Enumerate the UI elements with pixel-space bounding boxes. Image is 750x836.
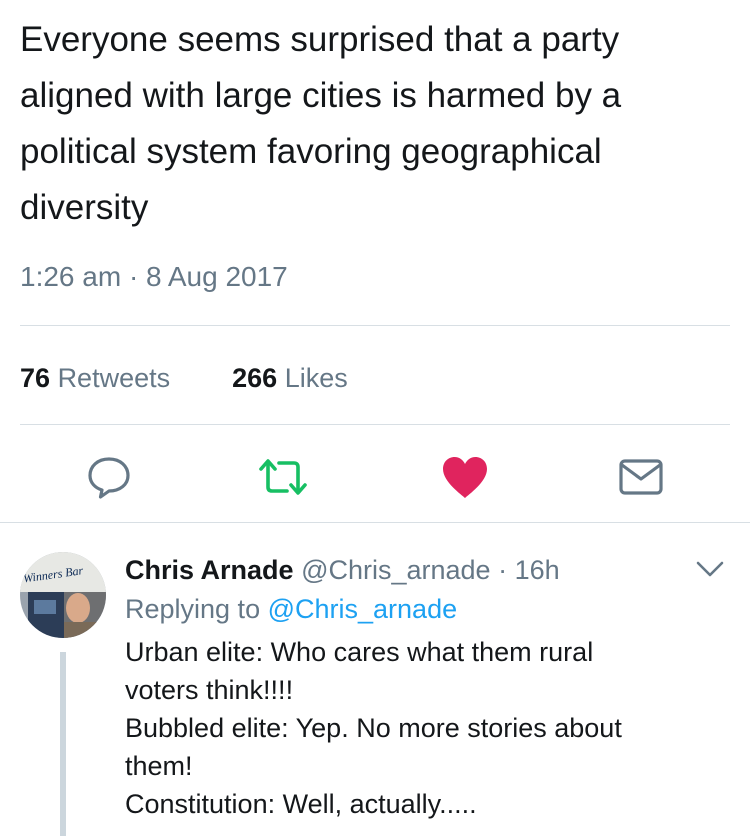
reply-text: Urban elite: Who cares what them rural v… [125,633,735,823]
avatar[interactable]: Winners Bar [20,552,106,638]
likes-label: Likes [284,363,348,393]
like-button[interactable] [438,450,492,504]
reply-separator: · [498,555,508,585]
more-options-button[interactable] [694,556,726,582]
divider [20,325,730,326]
replying-to-line: Replying to @Chris_arnade [125,589,735,629]
likes-count: 266 [232,363,278,393]
heart-icon [443,457,487,498]
direct-message-button[interactable] [614,450,668,504]
retweet-button[interactable] [256,450,310,504]
reply-text-line: Constitution: Well, actually..... [125,789,477,819]
reply-time[interactable]: 16h [515,555,560,585]
retweet-icon [259,459,307,495]
tweet-stats: 76 Retweets 266 Likes [20,356,348,400]
replying-to-link[interactable]: @Chris_arnade [268,594,458,624]
reply-text-line: them! [125,751,193,781]
reply-button[interactable] [82,450,136,504]
replying-prefix: Replying to [125,594,261,624]
speech-bubble-icon [88,457,130,499]
reply-text-line: Urban elite: Who cares what them rural [125,637,594,667]
retweets-count: 76 [20,363,51,393]
reply-author-name[interactable]: Chris Arnade [125,555,294,585]
retweets-stat[interactable]: 76 Retweets [20,356,170,400]
likes-stat[interactable]: 266 Likes [232,356,348,400]
tweet-timestamp[interactable]: 1:26 am · 8 Aug 2017 [20,255,288,299]
reply-author-handle[interactable]: @Chris_arnade [301,555,491,585]
thread-line [60,652,66,836]
divider [0,522,750,523]
retweets-label: Retweets [57,363,171,393]
envelope-icon [619,459,663,495]
reply-text-line: Bubbled elite: Yep. No more stories abou… [125,713,622,743]
avatar-photo: Winners Bar [20,552,106,638]
reply-text-line: voters think!!!! [125,675,294,705]
tweet-actions [0,450,750,504]
reply-tweet[interactable]: Chris Arnade @Chris_arnade · 16h Replyin… [125,550,735,823]
divider [20,424,730,425]
chevron-down-icon [696,561,724,577]
reply-header: Chris Arnade @Chris_arnade · 16h [125,550,735,590]
tweet-text: Everyone seems surprised that a party al… [20,20,622,227]
